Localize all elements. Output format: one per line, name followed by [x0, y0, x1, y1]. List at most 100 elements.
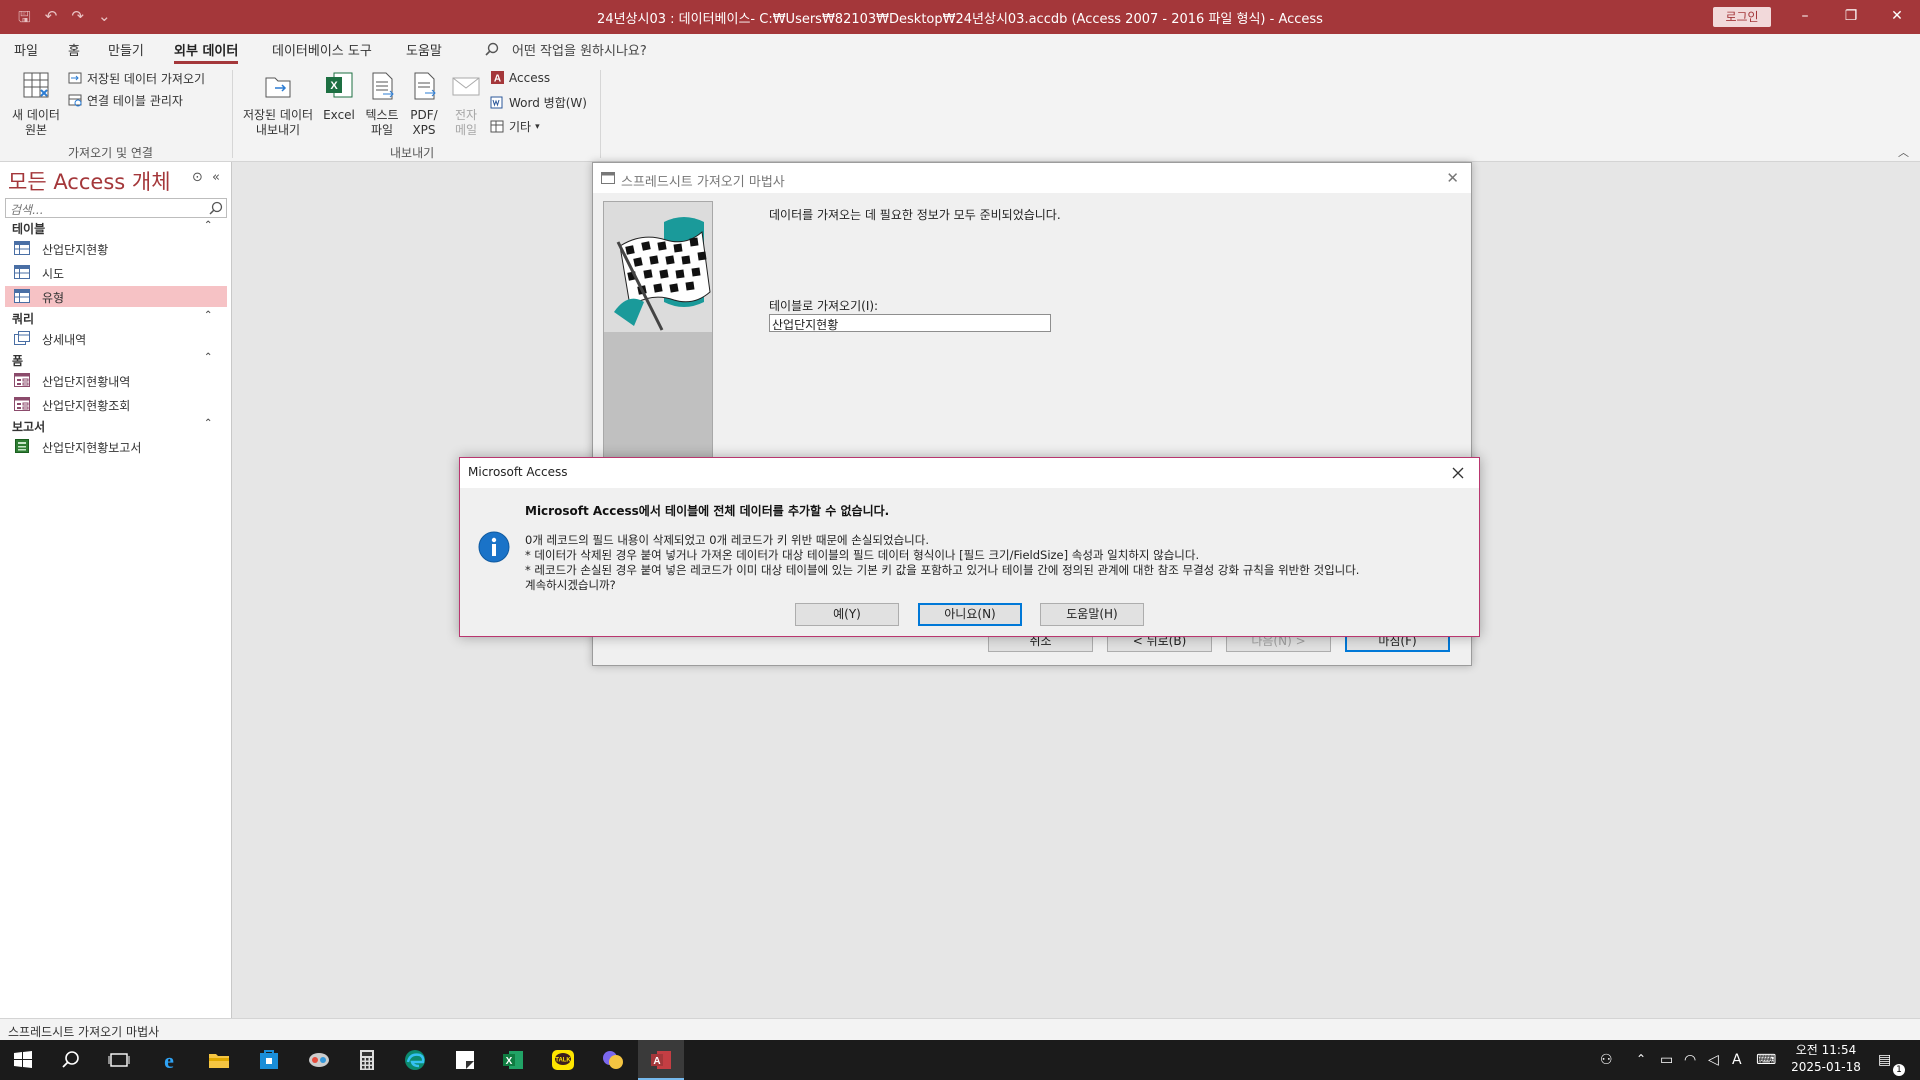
minimize-icon[interactable]: –	[1782, 0, 1828, 34]
message-heading: Microsoft Access에서 테이블에 전체 데이터를 추가할 수 없습…	[525, 504, 890, 518]
nav-item-report[interactable]: 산업단지현황보고서	[5, 436, 227, 457]
saved-exports-button[interactable]: 저장된 데이터 내보내기	[238, 70, 318, 138]
nav-item-form[interactable]: 산업단지현황내역	[5, 370, 227, 391]
collapse-ribbon-icon[interactable]: ︿	[1898, 144, 1909, 160]
taskbar-clock[interactable]: 오전 11:54 2025-01-18	[1786, 1042, 1866, 1076]
new-data-source-icon	[23, 72, 49, 98]
text-file-icon	[372, 72, 394, 100]
word-merge-button[interactable]: Word 병합(W)	[490, 94, 587, 111]
nav-search-input[interactable]: 검색...	[5, 198, 227, 218]
internet-explorer-icon[interactable]: e	[156, 1047, 182, 1073]
export-access-button[interactable]: A Access	[490, 70, 550, 85]
sticky-notes-icon[interactable]	[452, 1047, 478, 1073]
email-icon	[452, 77, 480, 96]
store-icon[interactable]	[256, 1047, 282, 1073]
import-to-table-input[interactable]: 산업단지현황	[769, 314, 1051, 332]
wizard-window-icon	[601, 172, 615, 184]
svg-text:e: e	[164, 1048, 174, 1073]
lightbulb-search-icon	[485, 42, 499, 56]
collapse-chevron-icon[interactable]: ⌃	[204, 310, 212, 321]
nav-item-table[interactable]: 시도	[5, 262, 227, 283]
linked-table-manager-button[interactable]: 연결 테이블 관리자	[68, 92, 183, 109]
nav-item-form[interactable]: 산업단지현황조회	[5, 394, 227, 415]
export-text-button[interactable]: 텍스트 파일	[360, 70, 404, 138]
tell-me-input[interactable]: 어떤 작업을 원하시나요?	[512, 40, 647, 59]
access-taskbar-icon[interactable]: A	[648, 1047, 674, 1073]
yes-button[interactable]: 예(Y)	[795, 603, 899, 626]
table-icon	[14, 265, 30, 279]
collapse-nav-icon[interactable]: «	[212, 170, 220, 185]
collapse-chevron-icon[interactable]: ⌃	[204, 220, 212, 231]
nav-category-tables[interactable]: 테이블 ⌃	[12, 220, 212, 237]
no-button[interactable]: 아니요(N)	[918, 603, 1022, 626]
collapse-chevron-icon[interactable]: ⌃	[204, 418, 212, 429]
table-icon	[14, 289, 30, 303]
excel-taskbar-icon[interactable]: X	[500, 1047, 526, 1073]
keyboard-icon[interactable]: ⌨	[1756, 1052, 1776, 1068]
ribbon: 새 데이터 원본 저장된 데이터 가져오기 연결 테이블 관리자 가져오기 및 …	[0, 64, 1920, 162]
taskbar: e X TALK A ⚇ ⌃ ▭ ◠ ◁ A ⌨ 오전 11:54 2025-0…	[0, 1040, 1920, 1080]
volume-icon[interactable]: ◁	[1708, 1052, 1719, 1068]
export-pdf-button[interactable]: PDF/ XPS	[404, 70, 444, 138]
nav-menu-icon[interactable]: ⊙	[192, 170, 203, 185]
task-view-icon[interactable]	[106, 1047, 132, 1073]
search-icon[interactable]	[58, 1047, 84, 1073]
nav-item-table-selected[interactable]: 유형	[5, 286, 227, 307]
nav-category-reports[interactable]: 보고서 ⌃	[12, 418, 212, 435]
nav-item-table[interactable]: 산업단지현황	[5, 238, 227, 259]
access-icon: A	[491, 71, 504, 85]
battery-icon[interactable]: ▭	[1660, 1052, 1673, 1068]
info-icon	[478, 531, 510, 563]
wifi-icon[interactable]: ◠	[1684, 1052, 1696, 1068]
search-icon[interactable]	[209, 201, 223, 215]
notification-icon[interactable]: ▤	[1878, 1052, 1891, 1068]
notification-count: 1	[1893, 1064, 1905, 1076]
tab-file[interactable]: 파일	[14, 40, 38, 59]
message-line: * 데이터가 삭제된 경우 붙여 넣거나 가져온 데이터가 대상 테이블의 필드…	[525, 548, 1200, 562]
login-button[interactable]: 로그인	[1713, 7, 1771, 27]
edge-icon[interactable]	[402, 1047, 428, 1073]
svg-text:X: X	[506, 1056, 513, 1067]
import-to-label: 테이블로 가져오기(I):	[769, 299, 879, 313]
more-export-button[interactable]: 기타 ▾	[490, 118, 540, 135]
calculator-icon[interactable]	[354, 1047, 380, 1073]
help-button[interactable]: 도움말(H)	[1040, 603, 1144, 626]
close-icon[interactable]	[1445, 460, 1471, 486]
group-separator	[232, 70, 233, 158]
export-excel-button[interactable]: X Excel	[320, 70, 358, 123]
tab-help[interactable]: 도움말	[406, 40, 442, 59]
windows-start-icon[interactable]	[10, 1047, 36, 1073]
status-text: 스프레드시트 가져오기 마법사	[8, 1025, 160, 1039]
tab-create[interactable]: 만들기	[108, 40, 144, 59]
table-icon	[14, 241, 30, 255]
ime-indicator[interactable]: A	[1732, 1052, 1742, 1068]
show-hidden-icons-icon[interactable]: ⌃	[1636, 1052, 1646, 1066]
nav-category-forms[interactable]: 폼 ⌃	[12, 352, 212, 369]
nav-pane-title[interactable]: 모든 Access 개체	[8, 166, 171, 196]
export-group-label: 내보내기	[390, 146, 435, 160]
kakaotalk-icon[interactable]: TALK	[550, 1047, 576, 1073]
people-icon[interactable]: ⚇	[1600, 1052, 1613, 1068]
nav-item-query[interactable]: 상세내역	[5, 328, 227, 349]
saved-exports-icon	[265, 77, 291, 98]
tab-external-data[interactable]: 외부 데이터	[174, 40, 239, 64]
close-window-icon[interactable]: ✕	[1874, 0, 1920, 34]
word-merge-icon	[490, 96, 503, 109]
svg-text:A: A	[494, 74, 501, 85]
nav-category-queries[interactable]: 쿼리 ⌃	[12, 310, 212, 327]
new-data-source-button[interactable]: 새 데이터 원본	[8, 70, 64, 138]
collapse-chevron-icon[interactable]: ⌃	[204, 352, 212, 363]
message-line: 계속하시겠습니까?	[525, 578, 616, 592]
title-bar: 🖫 ↶ ↷ ⌄ 24년상시03 : 데이터베이스- C:₩Users₩82103…	[0, 0, 1920, 34]
tab-database-tools[interactable]: 데이터베이스 도구	[272, 40, 372, 59]
saved-imports-button[interactable]: 저장된 데이터 가져오기	[68, 70, 205, 87]
tab-home[interactable]: 홈	[68, 40, 80, 59]
more-icon	[490, 120, 504, 133]
snipping-tool-icon[interactable]	[306, 1047, 332, 1073]
file-explorer-icon[interactable]	[206, 1047, 232, 1073]
restore-icon[interactable]: ❐	[1828, 0, 1874, 34]
wizard-close-icon[interactable]: ✕	[1446, 169, 1459, 187]
linked-table-icon	[68, 94, 82, 107]
chat-app-icon[interactable]	[600, 1047, 626, 1073]
window-title: 24년상시03 : 데이터베이스- C:₩Users₩82103₩Desktop…	[597, 12, 1323, 27]
